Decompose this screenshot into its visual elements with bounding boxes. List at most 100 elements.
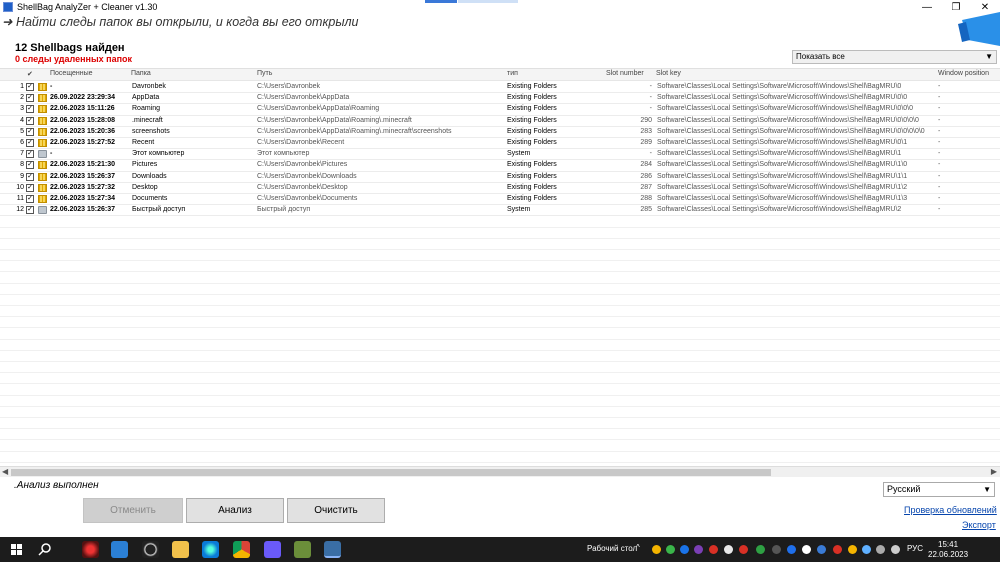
network-icon[interactable]	[862, 545, 871, 554]
row-path: C:\Users\Davronbek\Pictures	[257, 161, 348, 169]
cancel-button[interactable]: Отменить	[83, 498, 183, 523]
row-checkbox[interactable]: ✓	[26, 139, 34, 147]
col-visited[interactable]: Посещенные	[50, 70, 93, 77]
col-check[interactable]: ✔	[27, 70, 33, 78]
table-row[interactable]: 3 ✓ 22.06.2023 15:11:26 Roaming C:\Users\Dav…	[0, 104, 1000, 116]
analyze-button[interactable]: Анализ	[186, 498, 284, 523]
row-type: Existing Folders	[507, 161, 557, 169]
tray-icon[interactable]	[694, 545, 703, 554]
chrome-icon[interactable]	[233, 541, 250, 558]
windows-start-icon[interactable]	[11, 544, 22, 555]
edge-icon[interactable]	[202, 541, 219, 558]
tray-icon[interactable]	[666, 545, 675, 554]
table-row[interactable]: 10 ✓ 22.06.2023 15:27:32 Desktop C:\Users\Da…	[0, 183, 1000, 194]
folder-icon	[38, 83, 47, 91]
col-folder[interactable]: Папка	[131, 70, 151, 77]
chevron-up-icon[interactable]: ^	[636, 543, 640, 552]
minimize-button[interactable]: —	[912, 0, 942, 14]
col-slot-key[interactable]: Slot key	[656, 70, 681, 77]
vscode-icon[interactable]	[111, 541, 128, 558]
clock[interactable]: 15:41 22.06.2023	[928, 540, 968, 560]
row-window-position: -	[938, 105, 941, 113]
tray-icon[interactable]	[802, 545, 811, 554]
table-row[interactable]: 12 ✓ 22.06.2023 15:26:37 Быстрый доступ Быст…	[0, 205, 1000, 217]
col-path[interactable]: Путь	[257, 70, 272, 77]
battery-icon[interactable]	[891, 545, 900, 554]
input-language[interactable]: РУС	[907, 544, 923, 553]
deleted-traces-count: 0 следы удаленных папок	[15, 54, 133, 64]
row-type: Existing Folders	[507, 139, 557, 146]
row-checkbox[interactable]: ✓	[26, 183, 34, 192]
window-title: ShellBag AnalyZer + Cleaner v1.30	[17, 2, 158, 12]
tray-icon[interactable]	[652, 545, 661, 554]
table-row[interactable]: 4 ✓ 22.06.2023 15:28:08 .minecraft C:\Users\…	[0, 116, 1000, 127]
row-checkbox[interactable]: ✓	[26, 195, 34, 203]
tray-icon[interactable]	[709, 545, 718, 554]
check-updates-link[interactable]: Проверка обновлений	[904, 505, 997, 515]
row-checkbox[interactable]: ✓	[26, 105, 34, 114]
row-checkbox[interactable]: ✓	[26, 94, 34, 103]
empty-row	[0, 396, 1000, 407]
volume-icon[interactable]	[876, 545, 885, 554]
export-link[interactable]: Экспорт	[962, 520, 996, 530]
row-type: Existing Folders	[507, 183, 557, 191]
row-path: C:\Users\Davronbek\AppData\Roaming	[257, 105, 380, 113]
filter-dropdown[interactable]: Показать все ▼	[792, 50, 997, 64]
row-folder: Roaming	[132, 105, 161, 113]
row-visited: 22.06.2023 15:21:30	[50, 161, 115, 169]
table-row[interactable]: 1 ✓ - Davronbek C:\Users\Davronbek Existing F…	[0, 82, 1000, 94]
tray-icon[interactable]	[772, 545, 781, 554]
row-folder: screenshots	[132, 127, 170, 135]
desktop-label[interactable]: Рабочий стол	[587, 544, 637, 553]
row-checkbox[interactable]: ✓	[26, 127, 34, 136]
table-row[interactable]: 7 ✓ - Этот компьютер Этот компьютер System - So…	[0, 149, 1000, 161]
table-row[interactable]: 8 ✓ 22.06.2023 15:21:30 Pictures C:\Users\Da…	[0, 160, 1000, 172]
row-window-position: -	[938, 161, 941, 169]
language-select[interactable]: Русский ▼	[883, 482, 995, 497]
tray-icon[interactable]	[680, 545, 689, 554]
table-row[interactable]: 2 ✓ 26.09.2022 23:29:34 AppData C:\Users\Dav…	[0, 93, 1000, 105]
minecraft-icon[interactable]	[294, 541, 311, 558]
tray-icon[interactable]	[833, 545, 842, 554]
clock-date: 22.06.2023	[928, 550, 969, 559]
table-row[interactable]: 6 ✓ 22.06.2023 15:27:52 Recent C:\Users\Davr…	[0, 138, 1000, 150]
shellbag-analyzer-taskbar-icon[interactable]	[324, 541, 341, 558]
scroll-right-icon[interactable]: ▶	[991, 467, 997, 476]
title-bar[interactable]: ShellBag AnalyZer + Cleaner v1.30 — ❐ ✕	[0, 0, 1000, 14]
search-icon[interactable]	[38, 542, 52, 556]
tray-icon[interactable]	[787, 545, 796, 554]
row-slot-number: -	[649, 105, 652, 113]
tray-icon[interactable]	[817, 545, 826, 554]
scroll-thumb[interactable]	[11, 469, 771, 476]
row-checkbox[interactable]: ✓	[26, 161, 34, 170]
tray-icon[interactable]	[756, 545, 765, 554]
row-slot-key: Software\Classes\Local Settings\Software…	[657, 127, 925, 135]
chevron-down-icon: ▼	[985, 52, 993, 61]
horizontal-scrollbar[interactable]: ◀ ▶	[0, 466, 1000, 477]
table-row[interactable]: 5 ✓ 22.06.2023 15:20:36 screenshots C:\Users…	[0, 127, 1000, 138]
tray-icon[interactable]	[724, 545, 733, 554]
table-row[interactable]: 9 ✓ 22.06.2023 15:26:37 Downloads C:\Users\D…	[0, 172, 1000, 183]
empty-row	[0, 216, 1000, 228]
row-folder: Этот компьютер	[132, 150, 185, 158]
col-type[interactable]: тип	[507, 70, 518, 77]
folder-icon	[38, 105, 47, 114]
row-checkbox[interactable]: ✓	[26, 83, 34, 91]
row-checkbox[interactable]: ✓	[26, 172, 34, 181]
discord-icon[interactable]	[264, 541, 281, 558]
file-explorer-icon[interactable]	[172, 541, 189, 558]
row-checkbox[interactable]: ✓	[26, 150, 34, 159]
row-checkbox[interactable]: ✓	[26, 206, 34, 215]
github-icon[interactable]	[142, 541, 159, 558]
app-icon-red[interactable]	[82, 541, 99, 558]
table-row[interactable]: 11 ✓ 22.06.2023 15:27:34 Documents C:\Users\…	[0, 194, 1000, 206]
col-window-position[interactable]: Window position	[938, 70, 989, 77]
scroll-left-icon[interactable]: ◀	[2, 467, 8, 476]
clean-button[interactable]: Очистить	[287, 498, 385, 523]
tray-icon[interactable]	[739, 545, 748, 554]
row-checkbox[interactable]: ✓	[26, 116, 34, 125]
tray-icon[interactable]	[848, 545, 857, 554]
row-window-position: -	[938, 94, 941, 102]
row-number: 10	[16, 183, 24, 191]
col-slot-number[interactable]: Slot number	[606, 70, 644, 77]
